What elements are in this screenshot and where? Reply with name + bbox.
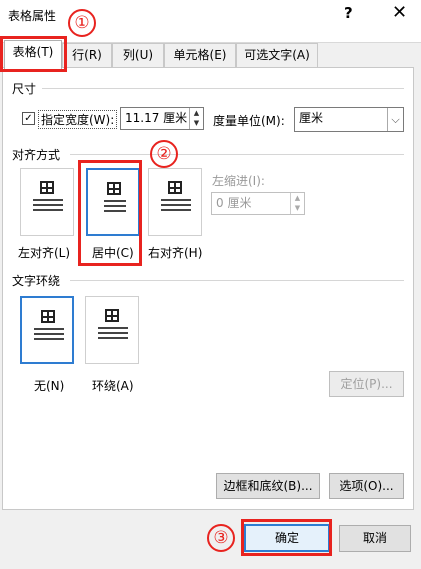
specify-width-checkbox[interactable]: ✓ <box>22 112 35 125</box>
annotation-marker-1: ① <box>68 9 96 37</box>
close-button[interactable]: ✕ <box>392 2 407 23</box>
table-grid-icon <box>41 310 55 323</box>
table-tab-panel <box>2 67 414 510</box>
text-lines-icon <box>98 327 128 342</box>
cancel-button[interactable]: 取消 <box>339 525 411 552</box>
size-heading: 尺寸 <box>12 82 37 96</box>
annotation-marker-3: ③ <box>207 524 235 552</box>
borders-shading-button[interactable]: 边框和底纹(B)... <box>216 473 320 499</box>
dialog-title: 表格属性 <box>8 9 57 23</box>
help-button[interactable]: ? <box>344 4 353 22</box>
align-left-tile[interactable] <box>20 168 74 236</box>
align-left-label: 左对齐(L) <box>18 246 71 260</box>
annotation-marker-2: ② <box>150 140 178 168</box>
text-lines-icon <box>34 328 64 343</box>
wrapping-divider <box>70 280 404 281</box>
specify-width-label: 指定宽度(W): <box>38 110 118 129</box>
tab-table[interactable]: 表格(T) <box>4 40 62 69</box>
unit-label: 度量单位(M): <box>213 114 285 128</box>
table-grid-icon <box>168 181 182 194</box>
wrap-none-label: 无(N) <box>34 379 65 393</box>
tab-alt-text[interactable]: 可选文字(A) <box>236 43 318 68</box>
table-grid-icon <box>40 181 54 194</box>
tab-row[interactable]: 行(R) <box>62 43 112 68</box>
left-indent-value: 0 厘米 <box>216 196 252 210</box>
table-grid-icon <box>105 309 119 322</box>
annotation-box-2 <box>78 160 142 266</box>
title-bar: 表格属性 ? ✕ <box>0 0 421 32</box>
align-right-label: 右对齐(H) <box>148 246 203 260</box>
left-indent-label: 左缩进(I): <box>212 174 265 188</box>
size-divider <box>42 88 404 89</box>
chevron-down-icon[interactable]: ⌵ <box>387 108 403 131</box>
annotation-box-3 <box>241 519 332 556</box>
options-button[interactable]: 选项(O)... <box>329 473 404 499</box>
unit-value: 厘米 <box>299 111 324 125</box>
text-lines-icon <box>161 199 191 214</box>
position-button[interactable]: 定位(P)... <box>329 371 404 397</box>
wrapping-heading: 文字环绕 <box>12 274 61 288</box>
alignment-divider <box>70 154 404 155</box>
left-indent-spinner[interactable]: ▲ ▼ <box>290 193 304 214</box>
wrap-around-label: 环绕(A) <box>92 379 134 393</box>
wrap-around-tile[interactable] <box>85 296 139 364</box>
text-lines-icon <box>33 199 63 214</box>
align-right-tile[interactable] <box>148 168 202 236</box>
alignment-heading: 对齐方式 <box>12 148 61 162</box>
width-spinner[interactable]: ▲ ▼ <box>189 108 203 129</box>
tab-cell[interactable]: 单元格(E) <box>164 43 236 68</box>
width-value: 11.17 厘米 <box>125 111 188 125</box>
wrap-none-tile[interactable] <box>20 296 74 364</box>
tab-column[interactable]: 列(U) <box>112 43 164 68</box>
